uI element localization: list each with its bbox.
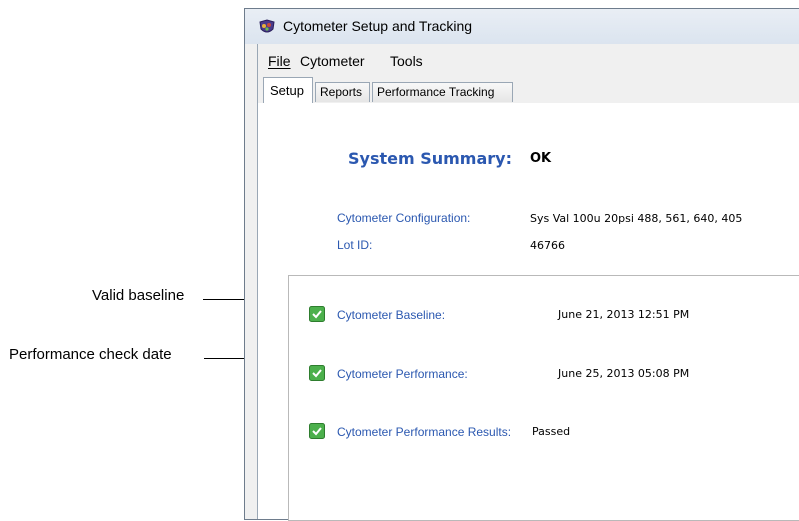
system-summary-label: System Summary: <box>348 149 512 168</box>
tab-strip: Setup Reports Performance Tracking <box>257 77 799 104</box>
performance-date: June 25, 2013 05:08 PM <box>558 367 690 380</box>
lot-id-label: Lot ID: <box>337 238 373 252</box>
configuration-label: Cytometer Configuration: <box>337 211 471 225</box>
baseline-label: Cytometer Baseline: <box>337 308 446 322</box>
menu-bar: File Cytometer Tools <box>257 44 799 77</box>
configuration-value: Sys Val 100u 20psi 488, 561, 640, 405 <box>530 212 743 225</box>
tab-reports[interactable]: Reports <box>315 82 370 102</box>
status-panel: Cytometer Baseline: June 21, 2013 12:51 … <box>288 275 799 521</box>
tab-performance-tracking[interactable]: Performance Tracking <box>372 82 513 102</box>
performance-label: Cytometer Performance: <box>337 367 468 381</box>
setup-panel: System Summary: OK Cytometer Configurati… <box>257 103 799 521</box>
tab-setup[interactable]: Setup <box>263 77 313 104</box>
menu-tools[interactable]: Tools <box>390 53 423 69</box>
callout-performance-date: Performance check date <box>9 346 172 363</box>
menu-file[interactable]: File <box>268 53 291 69</box>
menu-cytometer[interactable]: Cytometer <box>300 53 365 69</box>
green-check-icon <box>309 365 325 381</box>
title-bar[interactable]: Cytometer Setup and Tracking <box>245 9 799 44</box>
green-check-icon <box>309 306 325 322</box>
app-window: Cytometer Setup and Tracking File Cytome… <box>244 8 799 521</box>
lot-id-value: 46766 <box>530 239 565 252</box>
performance-results-label: Cytometer Performance Results: <box>337 425 512 439</box>
system-summary-status: OK <box>530 151 552 166</box>
performance-results-value: Passed <box>532 425 571 438</box>
green-check-icon <box>309 423 325 439</box>
baseline-date: June 21, 2013 12:51 PM <box>558 308 690 321</box>
window-title: Cytometer Setup and Tracking <box>283 18 473 34</box>
app-logo-icon <box>259 19 275 33</box>
callout-valid-baseline: Valid baseline <box>92 287 185 304</box>
